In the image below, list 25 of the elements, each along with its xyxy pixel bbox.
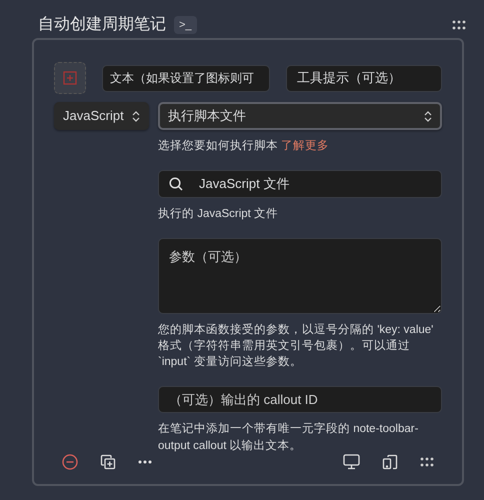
arguments-field[interactable]: 参数（可选） [158,238,442,314]
help-text: 在笔记中添加一个带有唯一元字段的 note-toolbar-output callout 以输出文本。 [158,421,420,454]
more-icon[interactable] [138,460,152,464]
terminal-badge: >_ [174,16,197,34]
search-icon [169,177,183,192]
help-text: 您的脚本函数接受的参数，以逗号分隔的 'key: value' 格式（字符符串需用英文引号包裹）。可以通过 `input` 变量访问这些参数。 [158,322,434,370]
learn-more-link[interactable]: 了解更多 [281,140,330,152]
drag-handle-icon[interactable] [420,457,434,467]
drag-handle-icon[interactable] [452,20,466,30]
callout-id-field[interactable]: （可选）输出的 callout ID [158,386,442,414]
remove-icon[interactable] [62,454,78,470]
chevron-up-down-icon [132,110,140,122]
page-title: 自动创建周期笔记 [38,14,166,35]
help-text: 执行的 JavaScript 文件 [158,206,280,222]
help-text: 选择您要如何执行脚本 了解更多 [158,138,330,154]
search-field[interactable]: JavaScript 文件 [158,170,442,198]
plus-square-icon [63,71,77,85]
desktop-icon[interactable] [343,454,360,470]
duplicate-icon[interactable] [100,454,116,470]
mobile-icon[interactable] [382,454,398,470]
action-select[interactable]: 执行脚本文件 [158,102,442,130]
text-field[interactable]: 文本（如果设置了图标则可 [102,64,270,92]
chevron-up-down-icon [424,110,432,122]
language-select[interactable]: JavaScript [54,102,149,130]
tooltip-field[interactable]: 工具提示（可选） [286,64,442,92]
